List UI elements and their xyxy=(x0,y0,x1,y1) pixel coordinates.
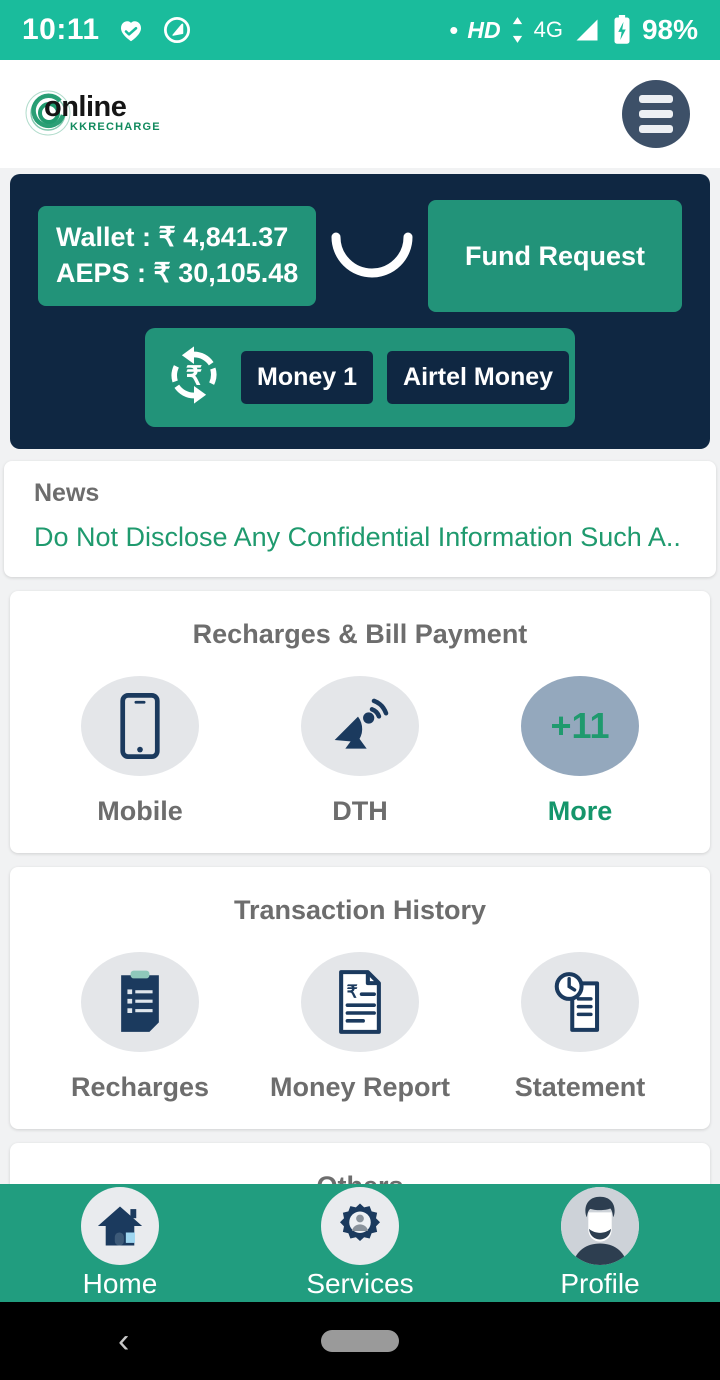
signal-icon xyxy=(572,16,602,44)
tile-statement[interactable]: Statement xyxy=(490,952,670,1103)
battery-charging-icon xyxy=(611,15,633,45)
section-title: Transaction History xyxy=(233,895,487,925)
gear-person-icon xyxy=(321,1186,399,1265)
money-1-button[interactable]: Money 1 xyxy=(241,351,374,404)
nav-label: Profile xyxy=(560,1267,640,1299)
status-battery-percent: 98% xyxy=(641,14,698,45)
loading-arc-icon xyxy=(316,227,428,285)
status-time: 10:11 xyxy=(22,13,100,46)
status-bar: 10:11 • HD 4G 98% xyxy=(0,0,720,60)
clock-document-icon xyxy=(521,952,639,1052)
avatar-icon xyxy=(561,1186,639,1265)
hamburger-menu-icon[interactable] xyxy=(622,80,690,148)
tile-label: Statement xyxy=(514,1072,646,1102)
logo-subtext: KKRECHARGE xyxy=(70,121,161,133)
svg-text:₹: ₹ xyxy=(186,362,202,390)
nav-item-home[interactable]: Home xyxy=(0,1186,240,1300)
balance-top-row: Wallet : ₹ 4,841.37 AEPS : ₹ 30,105.48 F… xyxy=(38,200,682,312)
wallet-balance-box[interactable]: Wallet : ₹ 4,841.37 AEPS : ₹ 30,105.48 xyxy=(38,206,317,306)
status-network-label: 4G xyxy=(533,17,563,42)
recharges-bill-payment-section: Recharges & Bill Payment Mobile DTH +11 … xyxy=(10,591,710,853)
tile-label: Money Report xyxy=(270,1072,451,1102)
tile-recharges[interactable]: Recharges xyxy=(50,952,230,1103)
app-logo[interactable]: online KKRECHARGE xyxy=(22,85,160,143)
news-card: News Do Not Disclose Any Confidential In… xyxy=(4,461,716,577)
aeps-balance-text: AEPS : ₹ 30,105.48 xyxy=(56,258,299,288)
status-hd-label: HD xyxy=(467,16,501,43)
app-root: 10:11 • HD 4G 98% online KKRECHARGE Wall… xyxy=(0,0,720,1380)
house-icon xyxy=(81,1186,159,1265)
tile-grid: Mobile DTH +11 More xyxy=(30,676,690,827)
tile-more[interactable]: +11 More xyxy=(490,676,670,827)
data-arrows-icon xyxy=(510,16,525,44)
status-bar-left: 10:11 xyxy=(22,13,192,47)
tile-label: DTH xyxy=(332,796,388,826)
app-header: online KKRECHARGE xyxy=(0,60,720,168)
tile-label: More xyxy=(547,796,613,826)
clipboard-list-icon xyxy=(81,952,199,1052)
svg-text:₹: ₹ xyxy=(347,981,358,1001)
nav-label: Services xyxy=(306,1267,414,1299)
tile-dth[interactable]: DTH xyxy=(270,676,450,827)
bottom-navigation-bar: Home Services Profile xyxy=(0,1184,720,1302)
nav-label: Home xyxy=(82,1267,158,1299)
more-count-badge: +11 xyxy=(521,676,639,776)
nav-item-profile[interactable]: Profile xyxy=(480,1186,720,1300)
back-chevron-icon[interactable]: ‹ xyxy=(118,1324,129,1358)
nav-item-services[interactable]: Services xyxy=(240,1186,480,1300)
more-count-text: +11 xyxy=(550,705,610,746)
tile-mobile[interactable]: Mobile xyxy=(50,676,230,827)
transaction-history-section: Transaction History Recharges ₹ Money Re… xyxy=(10,867,710,1129)
satellite-dish-icon xyxy=(301,676,419,776)
status-bar-right: • HD 4G 98% xyxy=(449,14,698,46)
dnd-icon xyxy=(162,15,192,45)
news-ticker-text[interactable]: Do Not Disclose Any Confidential Informa… xyxy=(34,522,686,553)
rupee-sync-icon: ₹ xyxy=(161,340,227,415)
fund-request-button[interactable]: Fund Request xyxy=(428,200,682,312)
home-pill-icon[interactable] xyxy=(321,1330,399,1352)
mobile-phone-icon xyxy=(81,676,199,776)
tile-money-report[interactable]: ₹ Money Report xyxy=(270,952,450,1103)
tile-label: Mobile xyxy=(97,796,183,826)
tile-label: Recharges xyxy=(70,1072,210,1102)
wallet-balance-text: Wallet : ₹ 4,841.37 xyxy=(56,222,289,253)
money-transfer-row: ₹ Money 1 Airtel Money xyxy=(145,328,575,427)
rupee-document-icon: ₹ xyxy=(301,952,419,1052)
heart-check-icon xyxy=(116,15,146,45)
news-title: News xyxy=(34,479,100,507)
section-title: Recharges & Bill Payment xyxy=(192,619,528,649)
android-system-nav: ‹ xyxy=(0,1302,720,1380)
balance-card: Wallet : ₹ 4,841.37 AEPS : ₹ 30,105.48 F… xyxy=(10,174,710,449)
airtel-money-button[interactable]: Airtel Money xyxy=(387,351,570,404)
logo-text: online xyxy=(44,91,127,123)
tile-grid: Recharges ₹ Money Report Statement xyxy=(30,952,690,1103)
status-dot-icon: • xyxy=(449,15,459,45)
